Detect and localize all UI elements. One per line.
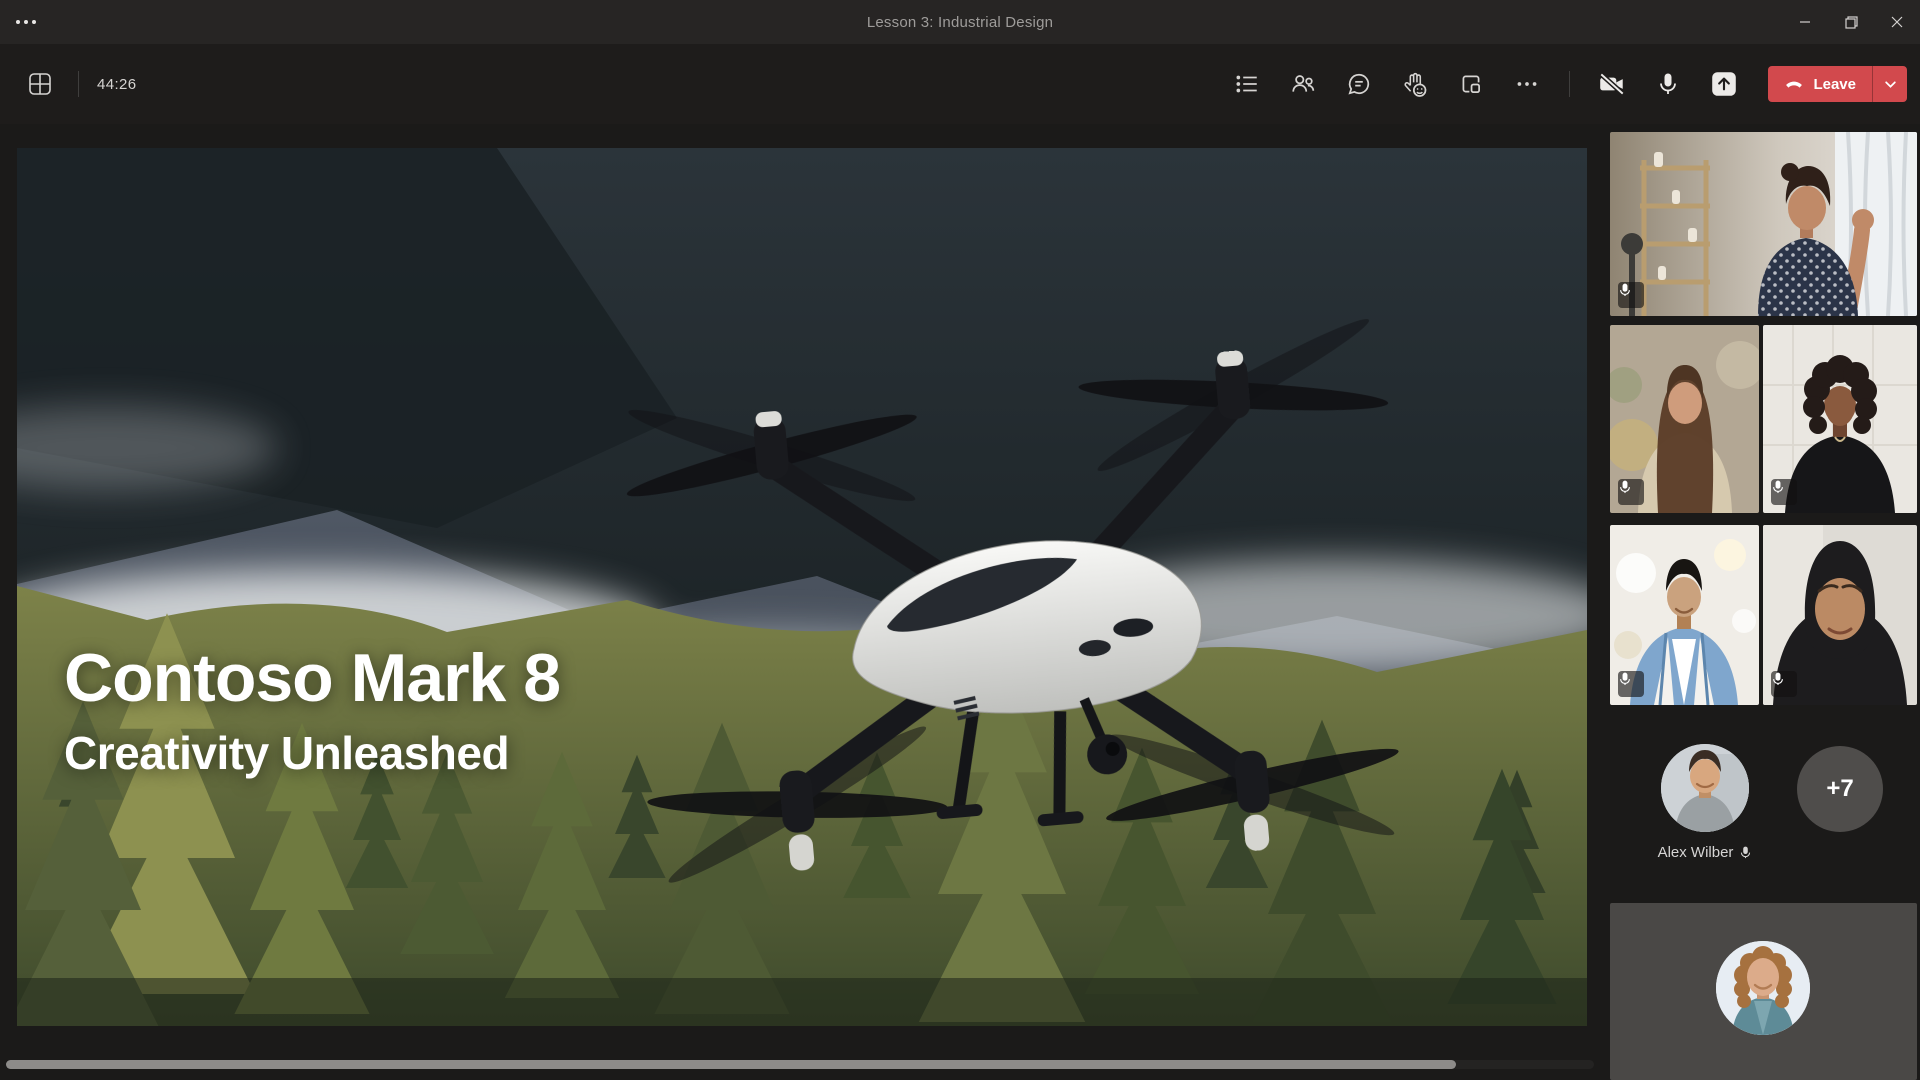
breakout-rooms-button[interactable] bbox=[1443, 64, 1499, 104]
video-tile-participant-5[interactable] bbox=[1763, 525, 1917, 705]
meeting-toolbar: 44:26 bbox=[0, 44, 1920, 124]
mic-on-badge bbox=[1618, 479, 1644, 505]
leave-button[interactable]: Leave bbox=[1768, 66, 1907, 102]
stage-horizontal-scrollbar-thumb[interactable] bbox=[6, 1060, 1456, 1069]
camera-off-icon bbox=[1597, 69, 1627, 99]
leave-options-dropdown[interactable] bbox=[1873, 66, 1907, 102]
toolbar-right-group: Leave bbox=[1219, 44, 1907, 124]
microphone-icon bbox=[1654, 70, 1682, 98]
toolbar-left-group: 44:26 bbox=[20, 44, 137, 124]
overflow-participants-badge[interactable]: +7 bbox=[1797, 746, 1883, 832]
video-tile-participant-2[interactable] bbox=[1610, 325, 1759, 513]
gallery-view-icon bbox=[27, 71, 53, 97]
microphone-icon bbox=[1618, 671, 1632, 687]
slide-subtitle: Creativity Unleashed bbox=[64, 726, 560, 780]
agenda-list-button[interactable] bbox=[1219, 64, 1275, 104]
breakout-rooms-icon bbox=[1458, 71, 1484, 97]
overflow-count: +7 bbox=[1826, 775, 1853, 803]
participants-sidebar: Alex Wilber +7 bbox=[1600, 124, 1920, 1080]
app-menu-dots-icon[interactable] bbox=[16, 0, 36, 44]
mic-on-badge bbox=[1618, 282, 1644, 308]
camera-toggle-button[interactable] bbox=[1584, 64, 1640, 104]
more-options-icon bbox=[1514, 71, 1540, 97]
mic-on-badge bbox=[1771, 479, 1797, 505]
participant-name-row: Alex Wilber bbox=[1658, 844, 1753, 861]
toolbar-divider bbox=[1569, 71, 1570, 97]
video-tile-participant-6-camera-off[interactable] bbox=[1610, 903, 1917, 1080]
audio-participants-row: Alex Wilber +7 bbox=[1610, 720, 1917, 900]
hang-up-icon bbox=[1784, 74, 1804, 94]
close-button[interactable] bbox=[1874, 0, 1920, 44]
microphone-icon bbox=[1771, 671, 1785, 687]
chevron-down-icon bbox=[1884, 78, 1897, 91]
chat-icon bbox=[1346, 71, 1372, 97]
reactions-button[interactable] bbox=[1387, 64, 1443, 104]
leave-button-main[interactable]: Leave bbox=[1768, 66, 1872, 102]
share-screen-icon bbox=[1709, 69, 1739, 99]
minimize-button[interactable] bbox=[1782, 0, 1828, 44]
share-screen-button[interactable] bbox=[1696, 64, 1752, 104]
slide-title: Contoso Mark 8 bbox=[64, 644, 560, 712]
gallery-view-button[interactable] bbox=[20, 64, 60, 104]
avatar[interactable] bbox=[1661, 744, 1749, 832]
video-tile-participant-4[interactable] bbox=[1610, 525, 1759, 705]
toolbar-divider bbox=[78, 71, 79, 97]
microphone-icon bbox=[1771, 479, 1785, 495]
avatar bbox=[1716, 941, 1810, 1035]
shared-slide: Contoso Mark 8 Creativity Unleashed bbox=[17, 148, 1587, 1026]
presentation-stage: Contoso Mark 8 Creativity Unleashed bbox=[0, 124, 1600, 1080]
participant-video bbox=[1610, 132, 1917, 316]
agenda-list-icon bbox=[1234, 71, 1260, 97]
maximize-button[interactable] bbox=[1828, 0, 1874, 44]
participant-alex-wilber[interactable]: Alex Wilber bbox=[1620, 744, 1790, 861]
participant-name: Alex Wilber bbox=[1658, 844, 1734, 861]
slide-artwork bbox=[17, 148, 1587, 1026]
participant-photo bbox=[1661, 744, 1749, 832]
leave-button-label: Leave bbox=[1813, 76, 1856, 93]
chat-button[interactable] bbox=[1331, 64, 1387, 104]
reactions-raise-hand-icon bbox=[1402, 71, 1429, 98]
video-tile-participant-1[interactable] bbox=[1610, 132, 1917, 316]
people-icon bbox=[1290, 71, 1316, 97]
microphone-icon bbox=[1618, 282, 1632, 298]
participant-photo bbox=[1716, 941, 1810, 1035]
window-controls bbox=[1782, 0, 1920, 44]
close-icon bbox=[1891, 16, 1903, 28]
mic-on-badge bbox=[1618, 671, 1644, 697]
people-button[interactable] bbox=[1275, 64, 1331, 104]
microphone-toggle-button[interactable] bbox=[1640, 64, 1696, 104]
mic-on-badge bbox=[1771, 671, 1797, 697]
minimize-icon bbox=[1799, 16, 1811, 28]
more-options-button[interactable] bbox=[1499, 64, 1555, 104]
meeting-timer: 44:26 bbox=[97, 76, 137, 93]
microphone-icon bbox=[1739, 845, 1752, 860]
window-titlebar: Lesson 3: Industrial Design bbox=[0, 0, 1920, 44]
window-title: Lesson 3: Industrial Design bbox=[0, 14, 1920, 31]
video-tile-participant-3[interactable] bbox=[1763, 325, 1917, 513]
restore-icon bbox=[1845, 16, 1858, 29]
stage-horizontal-scrollbar-track[interactable] bbox=[6, 1060, 1594, 1069]
microphone-icon bbox=[1618, 479, 1632, 495]
slide-text-block: Contoso Mark 8 Creativity Unleashed bbox=[64, 644, 560, 780]
